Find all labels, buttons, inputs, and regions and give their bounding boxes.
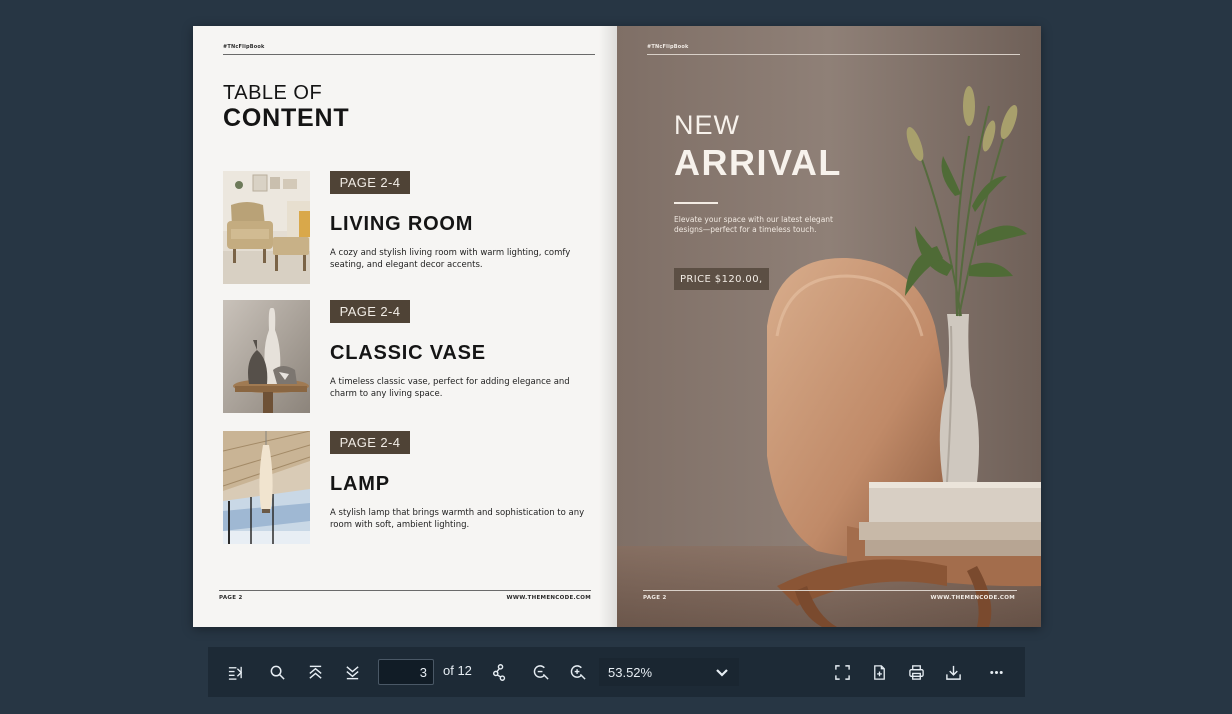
print-icon[interactable] [902,658,930,686]
file-add-icon[interactable] [865,658,893,686]
living-room-desc: A cozy and stylish living room with warm… [330,248,571,270]
price-badge: PRICE $120.00, [674,268,769,290]
left-bottom-rule [219,590,591,591]
zoom-out-icon[interactable] [527,658,555,686]
living-room-image [223,171,310,284]
lamp-desc: A stylish lamp that brings warmth and so… [330,508,585,530]
toc-item-living-room: PAGE 2-4 LIVING ROOM A cozy and stylish … [223,171,595,284]
left-footer-page: PAGE 2 [219,595,243,601]
zoom-value: 53.52% [608,664,653,680]
viewer-toolbar: of 12 53.52% [208,647,1025,697]
page-count-label: of 12 [443,663,472,678]
fullscreen-icon[interactable] [828,658,856,686]
new-arrival-desc: Elevate your space with our latest elega… [674,215,833,234]
living-room-title: LIVING ROOM [330,213,474,235]
left-hashtag: #TNcFlipBook [223,44,265,50]
toc-item-lamp: PAGE 2-4 LAMP A stylish lamp that brings… [223,431,595,544]
search-icon[interactable] [263,658,291,686]
left-footer-website: WWW.THEMENCODE.COM [506,595,591,601]
living-room-page-badge: PAGE 2-4 [330,171,410,194]
right-page[interactable]: #TNcFlipBook NEW ARRIVAL Elevate your sp… [617,26,1041,627]
right-footer-page: PAGE 2 [643,595,667,601]
right-hashtag: #TNcFlipBook [647,44,689,50]
flipbook-spread: #TNcFlipBook TABLE OF CONTENT PAGE 2-4 L… [193,26,1041,627]
classic-vase-desc: A timeless classic vase, perfect for add… [330,377,570,399]
new-arrival-line2: ARRIVAL [674,142,842,183]
share-icon[interactable] [486,658,514,686]
right-top-rule [647,54,1020,55]
classic-vase-page-badge: PAGE 2-4 [330,300,410,323]
lamp-image [223,431,310,544]
lamp-page-badge: PAGE 2-4 [330,431,410,454]
right-footer-website: WWW.THEMENCODE.COM [930,595,1015,601]
left-page[interactable]: #TNcFlipBook TABLE OF CONTENT PAGE 2-4 L… [193,26,617,627]
toc-title-line2: CONTENT [223,104,350,132]
toc-item-classic-vase: PAGE 2-4 CLASSIC VASE A timeless classic… [223,300,595,413]
toc-title-line1: TABLE OF [223,82,323,104]
classic-vase-title: CLASSIC VASE [330,342,486,364]
lamp-title: LAMP [330,473,390,495]
first-page-icon[interactable] [301,658,329,686]
chevron-down-icon[interactable] [713,663,731,681]
zoom-select[interactable]: 53.52% [599,658,739,686]
last-page-icon[interactable] [338,658,366,686]
left-top-rule [223,54,595,55]
classic-vase-image [223,300,310,413]
download-icon[interactable] [939,658,967,686]
new-arrival-line1: NEW [674,110,740,140]
new-arrival-underline [674,202,718,204]
sidebar-toggle-icon[interactable] [221,658,249,686]
zoom-in-icon[interactable] [564,658,592,686]
right-bottom-rule [643,590,1017,591]
more-icon[interactable] [982,658,1010,686]
page-number-input[interactable] [378,659,434,685]
